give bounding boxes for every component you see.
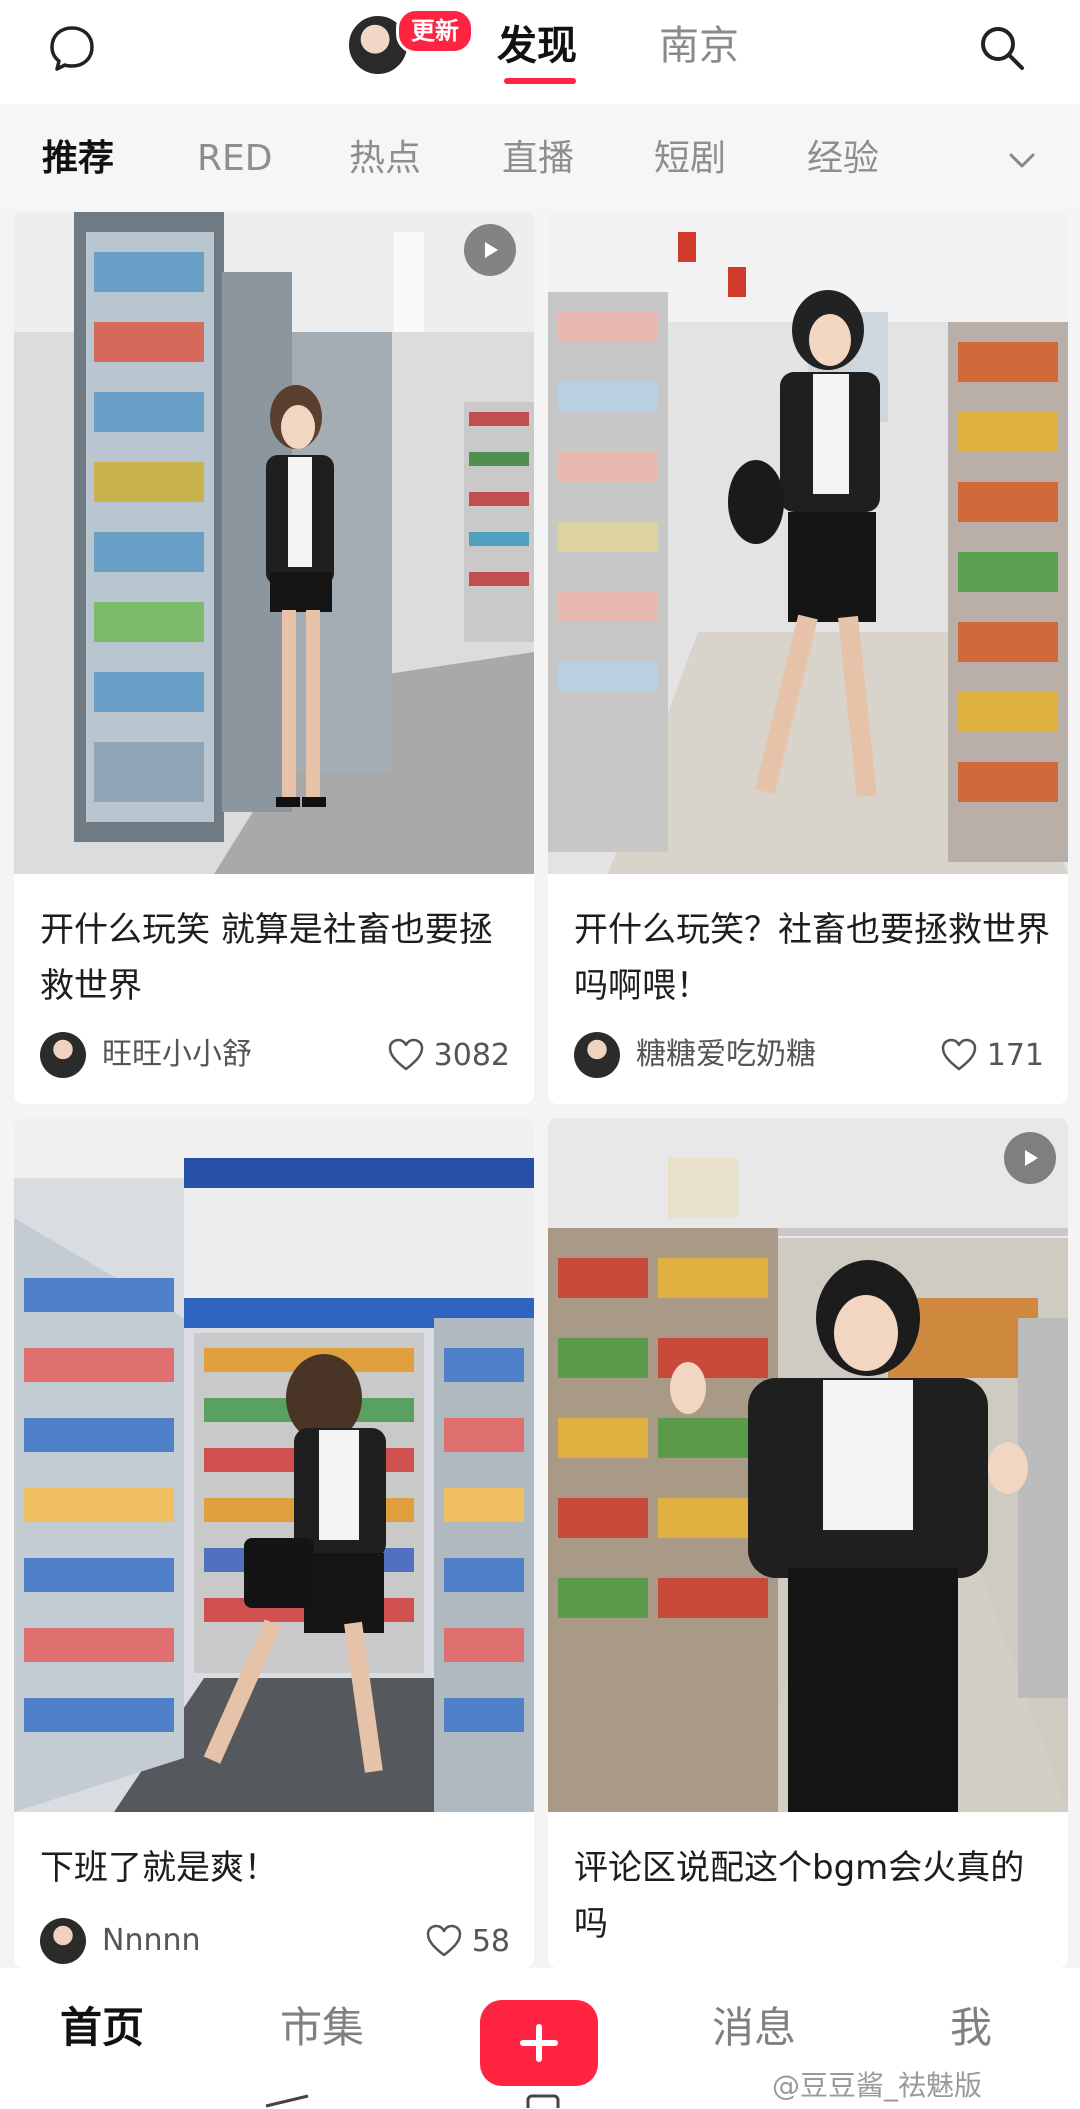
post-title[interactable]: 开什么玩笑 就算是社畜也要拯救世界 bbox=[40, 902, 516, 1014]
category-bar: 推荐 RED 热点 直播 短剧 经验 bbox=[0, 104, 1080, 210]
heart-icon bbox=[426, 1924, 462, 1957]
convenience-store-photo bbox=[14, 1118, 534, 1812]
author-avatar[interactable] bbox=[40, 1918, 86, 1964]
like-count: 3082 bbox=[433, 1037, 510, 1073]
like-count: 171 bbox=[986, 1037, 1044, 1073]
convenience-store-photo bbox=[548, 212, 1068, 874]
author-avatar[interactable] bbox=[574, 1032, 620, 1078]
tab-nanjing[interactable]: 南京 bbox=[659, 18, 739, 74]
feed-card[interactable]: 开什么玩笑 就算是社畜也要拯救世界 旺旺小小舒 3082 bbox=[14, 212, 534, 1104]
author-name[interactable]: 糖糖爱吃奶糖 bbox=[636, 1032, 816, 1078]
post-title[interactable]: 下班了就是爽！ bbox=[40, 1840, 516, 1896]
author-avatar[interactable] bbox=[40, 1032, 86, 1078]
gesture-home-icon[interactable] bbox=[526, 2094, 560, 2108]
like-button[interactable]: 58 bbox=[426, 1918, 510, 1964]
plus-icon bbox=[520, 2024, 558, 2062]
nav-home[interactable]: 首页 bbox=[60, 1998, 144, 2058]
chat-button[interactable] bbox=[40, 16, 104, 80]
feed-card[interactable]: 开什么玩笑？社畜也要拯救世界吗啊喂！ 糖糖爱吃奶糖 171 bbox=[548, 212, 1068, 1104]
author-name[interactable]: Nnnnn bbox=[102, 1918, 201, 1964]
update-badge: 更新 bbox=[396, 8, 474, 54]
watermark: @豆豆酱_祛魅版 bbox=[772, 2069, 983, 2102]
chevron-down-icon bbox=[1009, 153, 1035, 168]
post-cover-image[interactable] bbox=[548, 212, 1068, 874]
category-tab-short-drama[interactable]: 短剧 bbox=[654, 134, 726, 184]
search-icon bbox=[981, 27, 1024, 70]
like-count: 58 bbox=[471, 1923, 510, 1959]
convenience-store-photo bbox=[14, 212, 534, 874]
feed-card[interactable]: 评论区说配这个bgm会火真的吗 bbox=[548, 1118, 1068, 1968]
post-cover-image[interactable] bbox=[548, 1118, 1068, 1812]
video-play-icon bbox=[1004, 1132, 1056, 1184]
post-title[interactable]: 评论区说配这个bgm会火真的吗 bbox=[574, 1840, 1050, 1952]
feed-card[interactable]: 下班了就是爽！ Nnnnn 58 bbox=[14, 1118, 534, 1968]
post-cover-image[interactable] bbox=[14, 212, 534, 874]
nav-me[interactable]: 我 bbox=[950, 1998, 992, 2058]
tab-discover[interactable]: 发现 bbox=[497, 18, 577, 74]
convenience-store-photo bbox=[548, 1118, 1068, 1812]
category-tab-experience[interactable]: 经验 bbox=[807, 134, 879, 184]
like-button[interactable]: 3082 bbox=[388, 1032, 510, 1078]
category-tab-hot[interactable]: 热点 bbox=[349, 134, 421, 184]
category-tab-live[interactable]: 直播 bbox=[502, 134, 574, 184]
heart-icon bbox=[941, 1038, 976, 1071]
post-cover-image[interactable] bbox=[14, 1118, 534, 1812]
chat-bubble-icon bbox=[50, 26, 94, 71]
heart-icon bbox=[388, 1038, 423, 1071]
category-tab-recommend[interactable]: 推荐 bbox=[42, 134, 114, 184]
video-play-icon bbox=[464, 224, 516, 276]
category-tab-red[interactable]: RED bbox=[197, 134, 272, 184]
nav-market[interactable]: 市集 bbox=[280, 1998, 364, 2058]
publish-button[interactable] bbox=[480, 2000, 598, 2086]
top-bar: 更新 发现 南京 bbox=[0, 0, 1080, 105]
post-title[interactable]: 开什么玩笑？社畜也要拯救世界吗啊喂！ bbox=[574, 902, 1050, 1014]
author-name[interactable]: 旺旺小小舒 bbox=[102, 1032, 252, 1078]
category-expand-button[interactable] bbox=[998, 136, 1046, 184]
like-button[interactable]: 171 bbox=[941, 1032, 1044, 1078]
search-button[interactable] bbox=[970, 16, 1034, 80]
gesture-back-icon[interactable] bbox=[262, 2094, 312, 2108]
nav-messages[interactable]: 消息 bbox=[712, 1998, 796, 2058]
active-tab-indicator bbox=[504, 78, 576, 84]
